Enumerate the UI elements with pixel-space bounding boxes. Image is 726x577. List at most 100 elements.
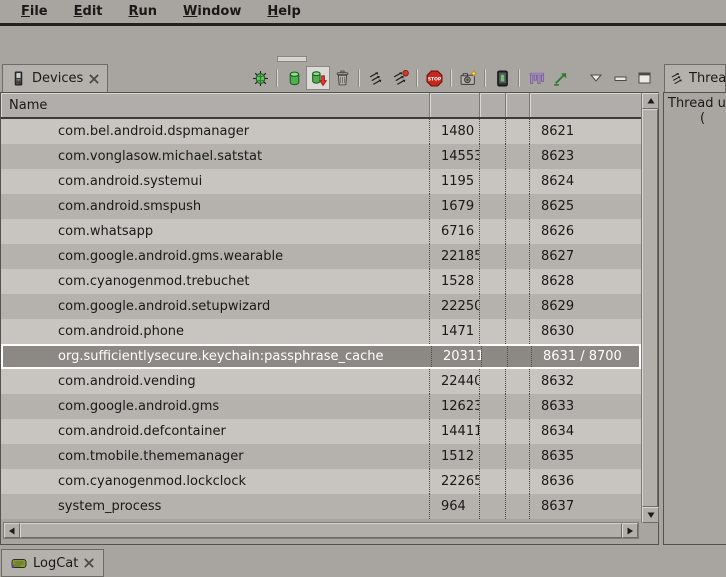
update-heap-button[interactable] [282,66,306,90]
horizontal-scrollbar[interactable] [3,522,639,539]
table-row[interactable]: org.sufficientlysecure.keychain:passphra… [1,344,641,369]
client-port: 8635 [530,444,641,469]
client-name: com.cyanogenmod.trebuchet [1,269,430,294]
screen-capture-icon [460,70,477,87]
client-thread-cell [506,369,530,394]
threads-tabbar: Threa [663,62,726,92]
table-row[interactable]: com.android.systemui 1195 8624 [1,169,641,194]
dump-hprof-button[interactable] [306,66,330,90]
toolbar-separator [450,69,452,87]
table-row[interactable]: com.whatsapp 6716 8626 [1,219,641,244]
client-thread-cell [506,119,530,144]
horizontal-scroll-thumb[interactable] [20,523,622,538]
client-thread-cell [506,269,530,294]
vertical-scrollbar[interactable] [641,93,658,523]
client-thread-cell [506,494,530,519]
stop-process-button[interactable]: STOP [422,66,446,90]
cause-gc-button[interactable] [330,66,354,90]
client-pid: 1471 [430,319,480,344]
close-icon[interactable] [89,74,99,84]
maximize-button[interactable] [632,66,656,90]
stop-icon-label: STOP [427,76,441,82]
table-row[interactable]: com.android.smspush 1679 8625 [1,194,641,219]
start-opengl-trace-icon [552,70,569,87]
table-row[interactable]: com.android.phone 1471 8630 [1,319,641,344]
menu-window[interactable]: Window [170,0,254,25]
client-port: 8627 [530,244,641,269]
client-name: com.vonglasow.michael.satstat [1,144,430,169]
client-heap-cell [480,369,506,394]
table-row[interactable]: com.vonglasow.michael.satstat 14553 8623 [1,144,641,169]
tab-logcat[interactable]: LogCat [1,549,104,577]
client-port: 8623 [530,144,641,169]
client-heap-cell [480,219,506,244]
maximize-icon [638,72,651,84]
client-thread-cell [506,319,530,344]
table-row[interactable]: com.google.android.gms.wearable 22185 86… [1,244,641,269]
client-thread-cell [506,194,530,219]
client-thread-cell [506,169,530,194]
menu-help[interactable]: Help [254,0,313,25]
devices-tabbar: Devices [0,62,661,92]
vertical-scroll-thumb[interactable] [642,109,658,507]
debug-process-button[interactable] [248,66,272,90]
cause-gc-icon [334,70,351,87]
table-row[interactable]: system_process 964 8637 [1,494,641,519]
menu-edit[interactable]: Edit [61,0,116,25]
update-threads-button[interactable] [364,66,388,90]
scroll-up-button[interactable] [642,93,659,109]
logcat-icon [11,555,27,571]
threads-tab-icon [670,71,685,86]
column-header-name[interactable]: Name [1,93,430,117]
client-heap-cell [480,244,506,269]
device-phone-icon [11,71,26,86]
column-header-pid[interactable] [430,93,480,117]
client-heap-cell [480,169,506,194]
column-header-threads[interactable] [506,93,530,117]
threads-panel: Threa Thread up ( [663,62,726,545]
menu-file[interactable]: File [8,0,61,25]
dump-view-hierarchy-button[interactable] [490,66,514,90]
client-port: 8626 [530,219,641,244]
client-pid: 22250 [430,294,480,319]
client-port: 8621 [530,119,641,144]
minimize-button[interactable] [608,66,632,90]
table-row[interactable]: com.android.defcontainer 14411 8634 [1,419,641,444]
close-icon[interactable] [84,558,94,568]
scroll-down-button[interactable] [642,507,659,523]
tab-threads[interactable]: Threa [664,64,726,92]
client-pid: 14411 [430,419,480,444]
capture-systrace-button[interactable] [524,66,548,90]
client-pid: 20311 [432,346,482,367]
minimize-icon [614,73,627,84]
client-name: com.cyanogenmod.lockclock [1,469,430,494]
client-name: com.google.android.gms [1,394,430,419]
table-row[interactable]: com.tmobile.thememanager 1512 8635 [1,444,641,469]
menu-run[interactable]: Run [116,0,171,25]
client-port: 8632 [530,369,641,394]
screen-capture-button[interactable] [456,66,480,90]
client-heap-cell [480,319,506,344]
client-thread-cell [506,419,530,444]
table-row[interactable]: com.cyanogenmod.trebuchet 1528 8628 [1,269,641,294]
client-port: 8630 [530,319,641,344]
client-name: com.tmobile.thememanager [1,444,430,469]
client-heap-cell [480,144,506,169]
start-opengl-trace-button[interactable] [548,66,572,90]
table-row[interactable]: com.google.android.setupwizard 22250 862… [1,294,641,319]
toolbar-separator [358,69,360,87]
tab-devices[interactable]: Devices [2,64,108,92]
scroll-right-button[interactable] [622,523,638,538]
table-row[interactable]: com.android.vending 22440 8632 [1,369,641,394]
column-header-heap[interactable] [480,93,506,117]
table-row[interactable]: com.google.android.gms 12623 8633 [1,394,641,419]
capture-systrace-icon [528,70,545,87]
client-name: system_process [1,494,430,519]
client-heap-cell [482,346,508,367]
table-row[interactable]: com.cyanogenmod.lockclock 22265 8636 [1,469,641,494]
column-header-port[interactable] [530,93,641,117]
start-method-profiling-button[interactable] [388,66,412,90]
table-row[interactable]: com.bel.android.dspmanager 1480 8621 [1,119,641,144]
view-menu-button[interactable] [584,66,608,90]
scroll-left-button[interactable] [4,523,20,538]
